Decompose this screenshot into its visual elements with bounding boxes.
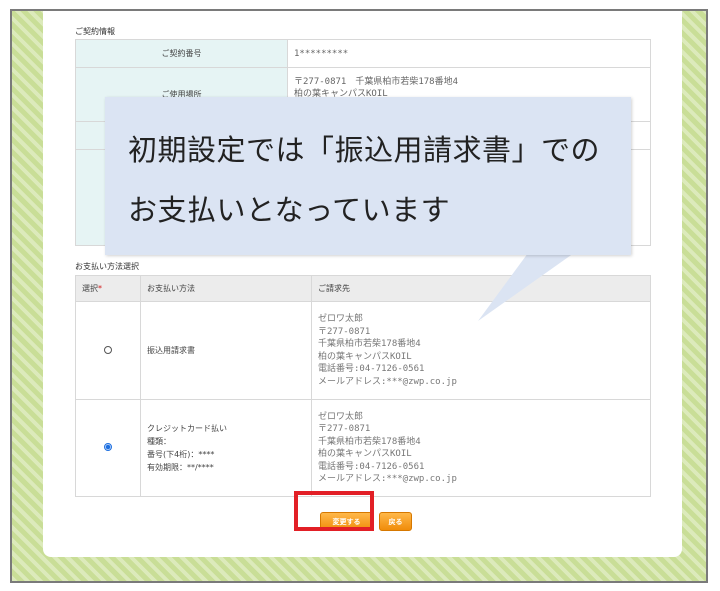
- billing-line: 千葉県柏市若柴178番地4: [318, 339, 421, 349]
- callout-line-2: お支払いとなっています: [128, 193, 451, 227]
- method-credit-label: クレジットカード払い: [147, 424, 227, 433]
- callout-line-1: 初期設定では「振込用請求書」での: [128, 133, 601, 167]
- callout-bubble: 初期設定では「振込用請求書」での お支払いとなっています: [105, 97, 631, 255]
- contract-number-value: 1*********: [287, 39, 651, 68]
- billing-line: 電話番号:04-7126-0561: [318, 461, 425, 472]
- billing-line: 〒277-0871: [318, 326, 371, 337]
- back-button[interactable]: 戻る: [379, 512, 412, 531]
- method-transfer-label: 振込用請求書: [147, 346, 195, 355]
- contract-section-label: ご契約情報: [75, 27, 115, 36]
- billing-line: 〒277-0871: [318, 424, 371, 434]
- contract-number-label: ご契約番号: [75, 39, 288, 68]
- billing-line: 柏の葉キャンパスKOIL: [318, 351, 412, 362]
- billing-line: 千葉県柏市若柴178番地4: [318, 436, 421, 447]
- radio-cell-transfer[interactable]: [75, 301, 141, 400]
- contract-number-text: 1*********: [294, 48, 349, 59]
- header-select-text: 選択: [82, 284, 98, 293]
- method-credit: クレジットカード払い 種類： 番号(下4桁)：**** 有効期限：**/****: [140, 399, 312, 497]
- radio-transfer[interactable]: [104, 345, 112, 354]
- payment-option-credit[interactable]: クレジットカード払い 種類： 番号(下4桁)：**** 有効期限：**/****…: [75, 399, 651, 497]
- content-card: ご契約情報 ご契約番号 1********* ご使用場所 〒277-0871 千…: [43, 11, 682, 557]
- billing-line: 電話番号:04-7126-0561: [318, 364, 425, 374]
- change-button-highlight: [294, 491, 374, 531]
- billing-line: メールアドレス:***@zwp.co.jp: [318, 376, 457, 387]
- contract-row-number: ご契約番号 1*********: [75, 39, 651, 68]
- required-mark: *: [98, 284, 102, 293]
- location-line-1: 〒277-0871 千葉県柏市若柴178番地4: [294, 77, 459, 87]
- method-credit-type: 種類：: [147, 437, 171, 446]
- billing-credit: ゼロワ太郎 〒277-0871 千葉県柏市若柴178番地4 柏の葉キャンパスKO…: [311, 399, 651, 497]
- payment-section-label: お支払い方法選択: [75, 262, 139, 271]
- header-method: お支払い方法: [140, 275, 312, 302]
- radio-credit[interactable]: [104, 443, 112, 451]
- billing-line: ゼロワ太郎: [318, 411, 364, 422]
- method-credit-expiry: 有効期限：**/****: [147, 463, 214, 472]
- method-transfer: 振込用請求書: [140, 301, 312, 400]
- radio-cell-credit[interactable]: [75, 399, 141, 497]
- billing-line: 柏の葉キャンパスKOIL: [318, 449, 412, 459]
- billing-line: メールアドレス:***@zwp.co.jp: [318, 474, 457, 484]
- header-select: 選択*: [75, 275, 141, 302]
- method-credit-number: 番号(下4桁)：****: [147, 450, 215, 459]
- callout-tail: [478, 253, 574, 321]
